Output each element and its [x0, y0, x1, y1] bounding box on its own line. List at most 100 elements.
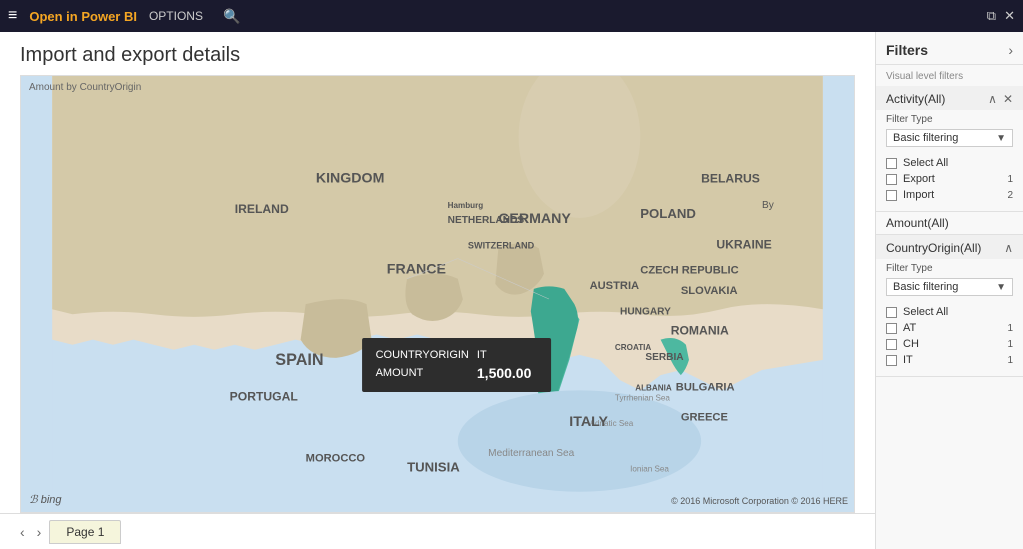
svg-text:KINGDOM: KINGDOM [316, 170, 385, 186]
filters-title: Filters [886, 42, 928, 58]
activity-select-all-checkbox[interactable] [886, 158, 897, 169]
svg-text:Mediterranean Sea: Mediterranean Sea [488, 448, 574, 459]
svg-text:Tyrrhenian Sea: Tyrrhenian Sea [615, 393, 670, 402]
countryorigin-filter-type-dropdown[interactable]: Basic filtering ▼ [886, 278, 1013, 296]
countryorigin-at-count: 1 [1007, 323, 1013, 334]
svg-text:MOROCCO: MOROCCO [306, 452, 366, 464]
svg-text:BELARUS: BELARUS [701, 171, 760, 185]
app-title: Open in Power BI [29, 9, 137, 24]
map-svg: Mediterranean Sea Adriatic Sea Ionian Se… [21, 76, 854, 512]
countryorigin-it-count: 1 [1007, 355, 1013, 366]
tooltip-key2: AMOUNT [376, 364, 475, 382]
svg-text:PORTUGAL: PORTUGAL [230, 389, 299, 403]
activity-export-count: 1 [1007, 174, 1013, 185]
activity-filter-header: Activity(All) ∧ ✕ [876, 86, 1023, 110]
countryorigin-ch-checkbox[interactable] [886, 339, 897, 350]
svg-text:ROMANIA: ROMANIA [671, 324, 729, 338]
svg-text:Ionian Sea: Ionian Sea [630, 464, 669, 473]
countryorigin-at-checkbox[interactable] [886, 323, 897, 334]
window-controls: ⧉ ✕ [987, 8, 1015, 24]
bing-logo: ℬ bing [29, 493, 62, 506]
activity-filter-block: Activity(All) ∧ ✕ Filter Type Basic filt… [876, 86, 1023, 212]
page-title: Import and export details [0, 32, 875, 75]
prev-page-button[interactable]: ‹ [16, 524, 29, 540]
visual-level-label: Visual level filters [876, 65, 1023, 86]
tooltip-key1: COUNTRYORIGIN [376, 348, 475, 362]
svg-text:ITALY: ITALY [569, 414, 608, 430]
countryorigin-select-all-checkbox[interactable] [886, 307, 897, 318]
svg-text:SLOVAKIA: SLOVAKIA [681, 285, 738, 297]
svg-text:ALBANIA: ALBANIA [635, 383, 672, 392]
countryorigin-filter-type-label: Filter Type [876, 259, 1023, 276]
activity-filter-type-value: Basic filtering [893, 132, 958, 144]
filters-panel: Filters › Visual level filters Activity(… [875, 32, 1023, 549]
content-area: Import and export details Amount by Coun… [0, 32, 875, 549]
svg-text:TUNISIA: TUNISIA [407, 459, 460, 474]
countryorigin-collapse-button[interactable]: ∧ [1004, 241, 1013, 255]
filters-header: Filters › [876, 32, 1023, 65]
activity-export-item[interactable]: Export 1 [876, 171, 1023, 187]
countryorigin-it-item[interactable]: IT 1 [876, 352, 1023, 368]
map-tooltip: COUNTRYORIGIN IT AMOUNT 1,500.00 [362, 338, 552, 392]
countryorigin-select-all[interactable]: Select All [876, 304, 1023, 320]
close-button[interactable]: ✕ [1004, 8, 1015, 24]
countryorigin-dropdown-arrow: ▼ [996, 282, 1006, 293]
countryorigin-ch-count: 1 [1007, 339, 1013, 350]
amount-filter-block: Amount(All) [876, 212, 1023, 235]
amount-filter-title: Amount(All) [886, 216, 949, 230]
countryorigin-at-item[interactable]: AT 1 [876, 320, 1023, 336]
countryorigin-it-checkbox[interactable] [886, 355, 897, 366]
map-label: Amount by CountryOrigin [29, 82, 141, 93]
page-1-tab[interactable]: Page 1 [49, 520, 121, 544]
countryorigin-ch-item[interactable]: CH 1 [876, 336, 1023, 352]
svg-text:POLAND: POLAND [640, 206, 696, 221]
countryorigin-filter-header: CountryOrigin(All) ∧ [876, 235, 1023, 259]
map-copyright: © 2016 Microsoft Corporation © 2016 HERE [671, 496, 848, 506]
svg-text:SWITZERLAND: SWITZERLAND [468, 240, 535, 250]
svg-text:UKRAINE: UKRAINE [716, 237, 771, 251]
options-menu[interactable]: OPTIONS [149, 9, 203, 23]
svg-text:SPAIN: SPAIN [275, 351, 323, 369]
svg-text:NETHERLANDS: NETHERLANDS [448, 215, 525, 226]
map-container: Amount by CountryOrigin ⊡ ··· [20, 75, 855, 513]
hamburger-menu[interactable]: ≡ [8, 7, 17, 25]
svg-text:BULGARIA: BULGARIA [676, 381, 735, 393]
countryorigin-at-label: AT [903, 322, 1001, 334]
svg-text:CZECH REPUBLIC: CZECH REPUBLIC [640, 265, 738, 277]
titlebar: ≡ Open in Power BI OPTIONS 🔍 ⧉ ✕ [0, 0, 1023, 32]
activity-filter-type-label: Filter Type [876, 110, 1023, 127]
activity-filter-type-dropdown[interactable]: Basic filtering ▼ [886, 129, 1013, 147]
restore-button[interactable]: ⧉ [987, 8, 996, 24]
countryorigin-filter-block: CountryOrigin(All) ∧ Filter Type Basic f… [876, 235, 1023, 377]
svg-text:AUSTRIA: AUSTRIA [590, 280, 640, 292]
svg-text:Hamburg: Hamburg [448, 201, 484, 210]
countryorigin-filter-actions: ∧ [1004, 241, 1013, 255]
svg-text:SERBIA: SERBIA [645, 352, 684, 363]
activity-import-checkbox[interactable] [886, 190, 897, 201]
svg-text:By: By [762, 200, 775, 211]
activity-select-all[interactable]: Select All [876, 155, 1023, 171]
main-container: Import and export details Amount by Coun… [0, 32, 1023, 549]
activity-import-item[interactable]: Import 2 [876, 187, 1023, 203]
map-visual: Mediterranean Sea Adriatic Sea Ionian Se… [21, 76, 854, 512]
activity-dropdown-arrow: ▼ [996, 133, 1006, 144]
tooltip-val1: IT [477, 348, 538, 362]
activity-import-count: 2 [1007, 190, 1013, 201]
countryorigin-ch-label: CH [903, 338, 1001, 350]
countryorigin-select-all-label: Select All [903, 306, 1013, 318]
activity-select-all-label: Select All [903, 157, 1007, 169]
tooltip-val2: 1,500.00 [477, 364, 538, 382]
svg-text:GREECE: GREECE [681, 412, 728, 424]
countryorigin-filter-type-value: Basic filtering [893, 281, 958, 293]
activity-filter-title: Activity(All) [886, 92, 945, 106]
countryorigin-it-label: IT [903, 354, 1001, 366]
activity-clear-button[interactable]: ✕ [1003, 92, 1013, 106]
activity-collapse-button[interactable]: ∧ [988, 92, 997, 106]
activity-export-label: Export [903, 173, 1001, 185]
filters-collapse-button[interactable]: › [1008, 42, 1013, 58]
activity-import-label: Import [903, 189, 1001, 201]
activity-export-checkbox[interactable] [886, 174, 897, 185]
search-icon[interactable]: 🔍 [223, 8, 240, 25]
next-page-button[interactable]: › [33, 524, 46, 540]
svg-text:HUNGARY: HUNGARY [620, 306, 671, 317]
